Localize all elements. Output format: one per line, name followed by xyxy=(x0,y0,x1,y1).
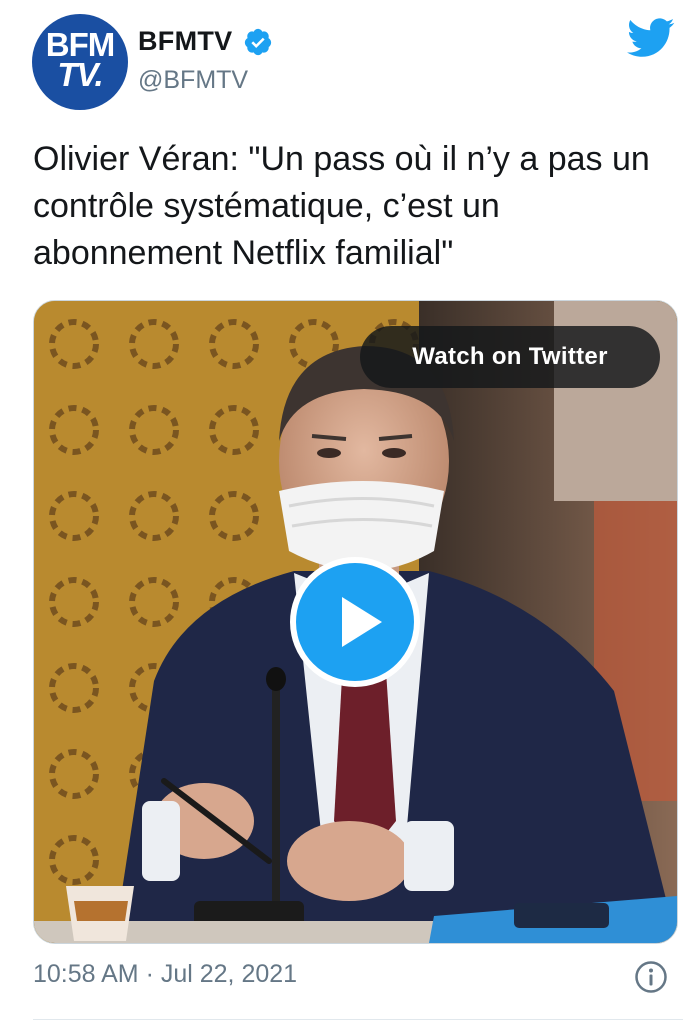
display-name[interactable]: BFMTV xyxy=(138,26,232,57)
account-name-row[interactable]: BFMTV xyxy=(138,26,273,57)
twitter-bird-icon[interactable] xyxy=(627,18,675,58)
verified-badge-icon xyxy=(244,28,272,55)
play-button[interactable] xyxy=(290,557,420,687)
watch-on-twitter-button[interactable]: Watch on Twitter xyxy=(360,326,660,388)
info-icon[interactable] xyxy=(634,960,668,994)
avatar[interactable]: BFM TV. xyxy=(32,14,128,110)
logo-line-2: TV. xyxy=(57,56,103,93)
tweet-card: BFM TV. BFMTV @BFMTV Olivier Véran: "Un … xyxy=(0,0,683,1024)
play-icon xyxy=(342,597,382,647)
tweet-timestamp[interactable]: 10:58 AM · Jul 22, 2021 xyxy=(33,960,297,989)
bfmtv-logo: BFM TV. xyxy=(40,28,120,93)
handle[interactable]: @BFMTV xyxy=(138,66,248,95)
divider xyxy=(33,1019,683,1020)
video-player[interactable]: Watch on Twitter xyxy=(33,300,678,944)
tweet-text: Olivier Véran: "Un pass où il n’y a pas … xyxy=(33,140,650,272)
